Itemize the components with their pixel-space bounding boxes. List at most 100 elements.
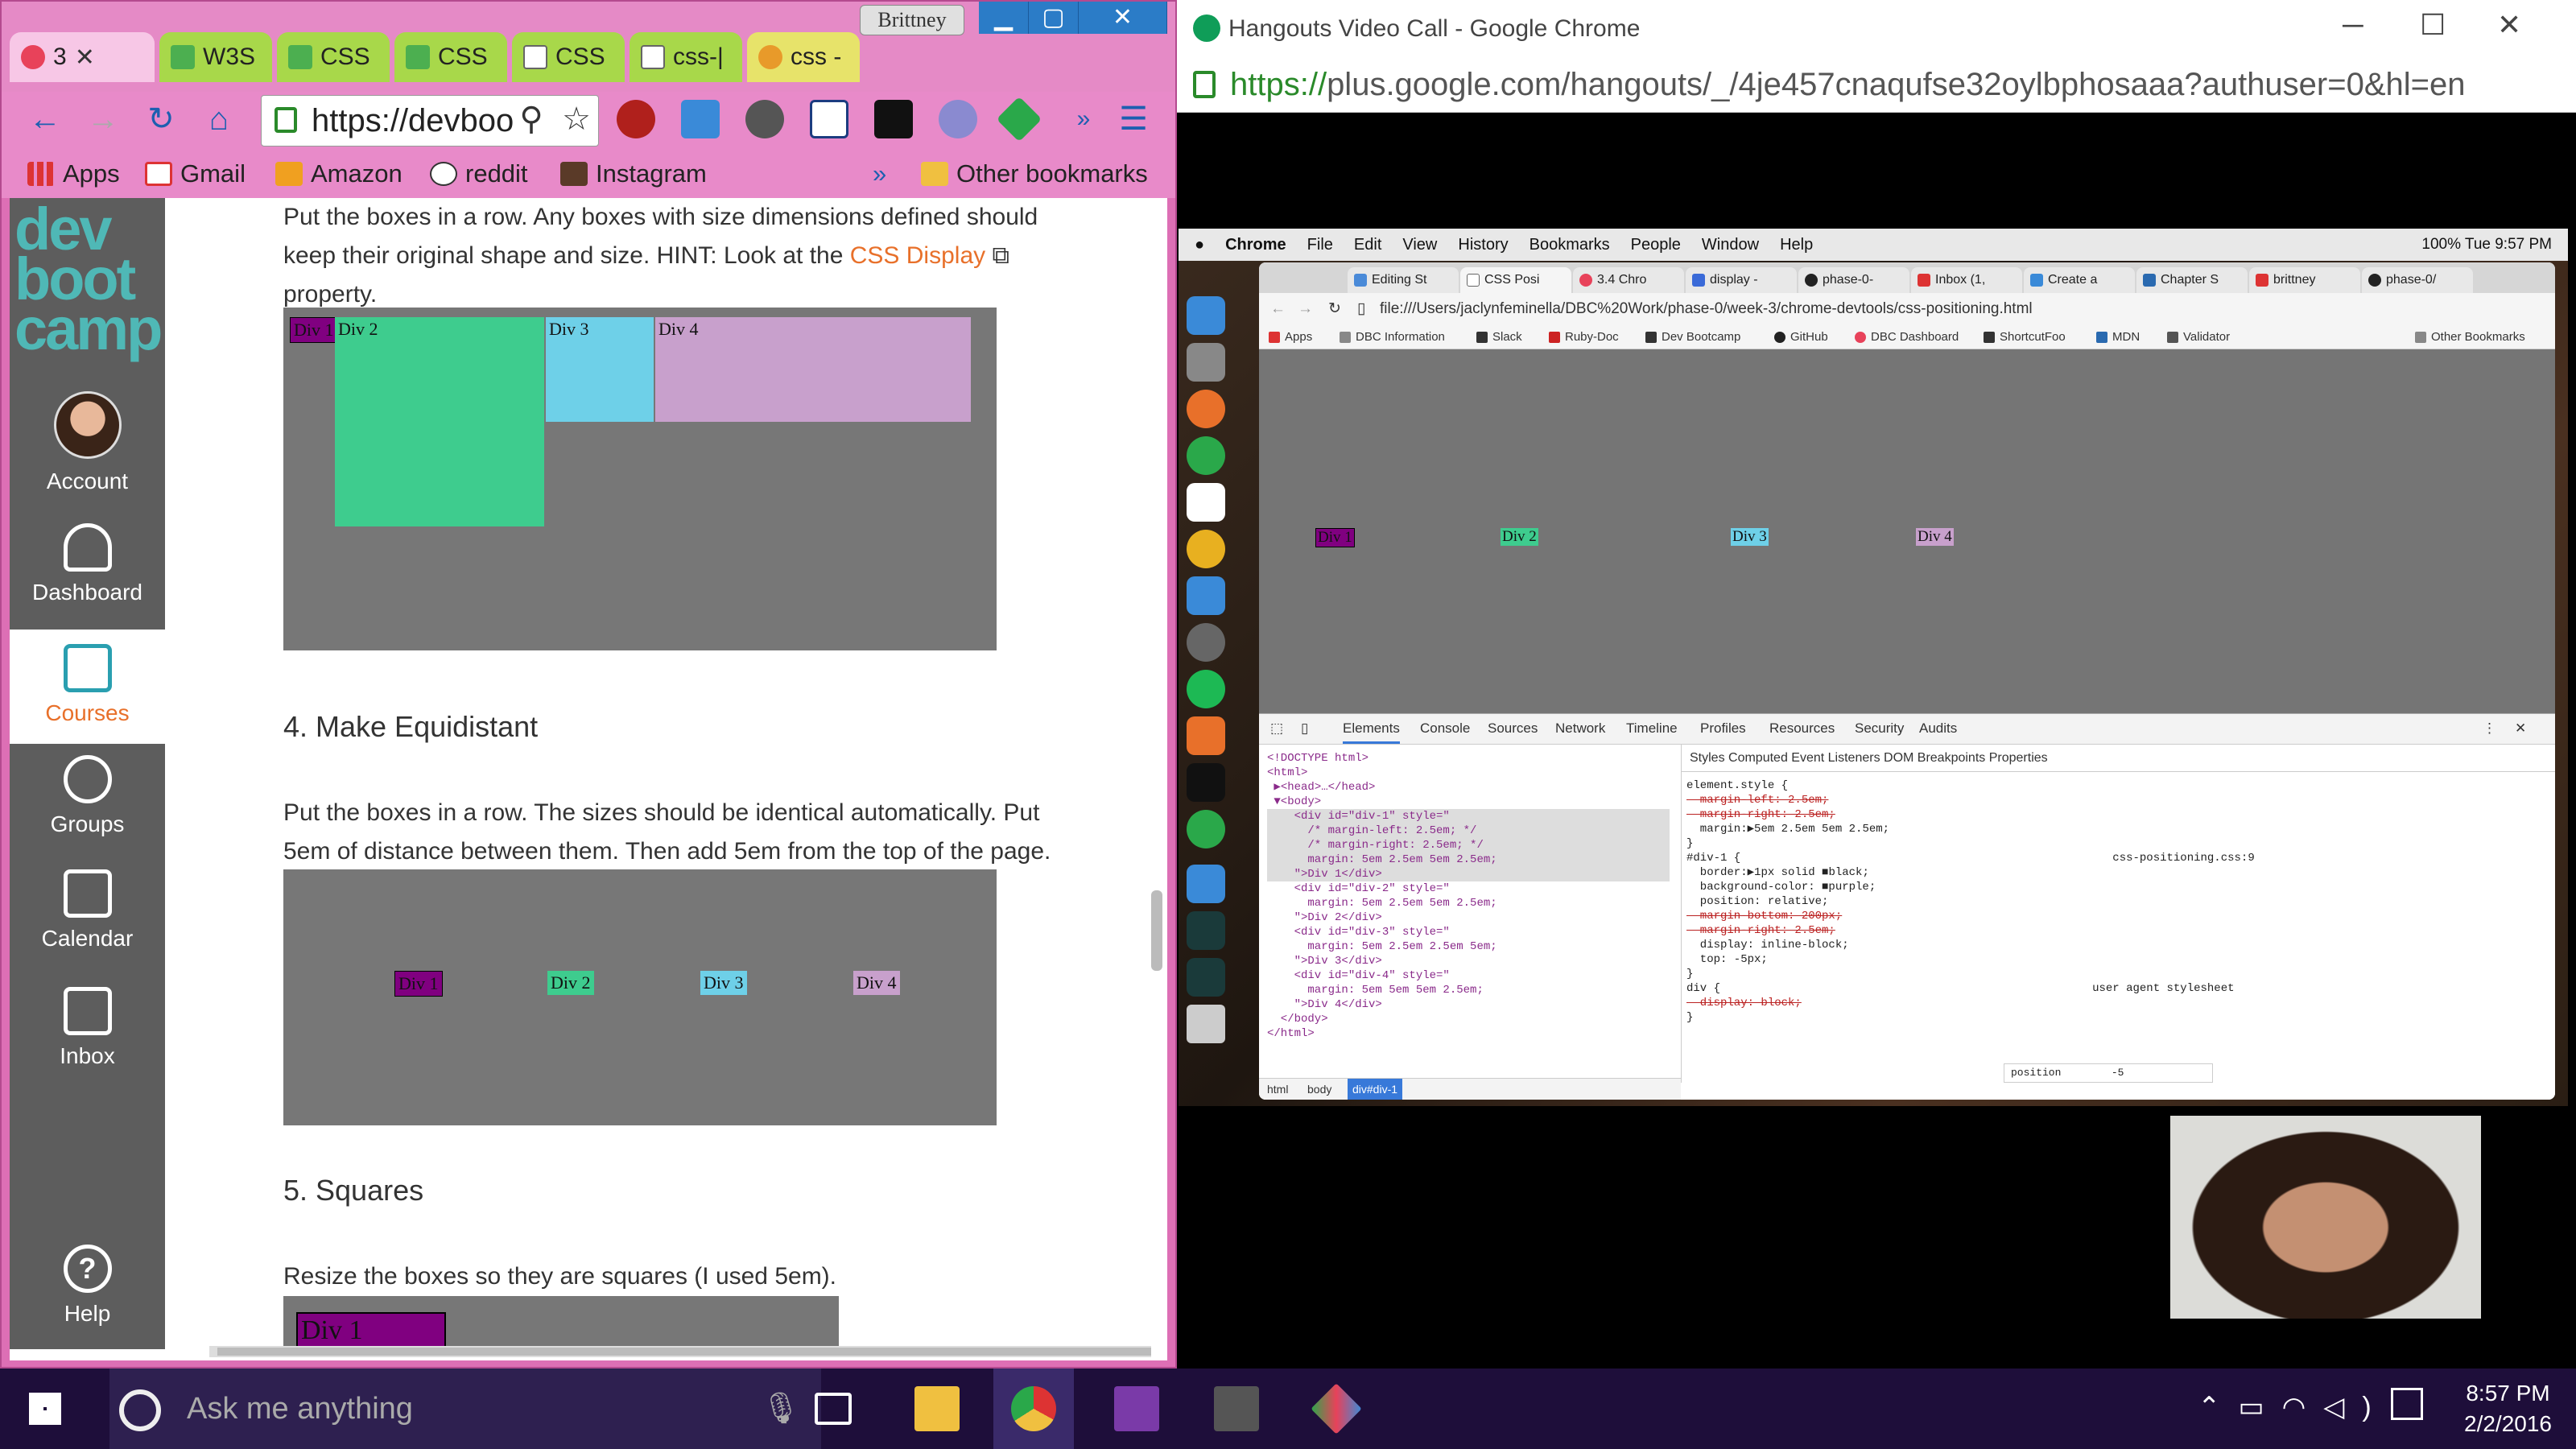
- devtools-tab-console[interactable]: Console: [1420, 720, 1470, 737]
- menu-edit[interactable]: Edit: [1354, 236, 1381, 254]
- clock[interactable]: 8:57 PM 2/2/2016: [2464, 1378, 2552, 1439]
- tab-devbootcamp[interactable]: 3 ✕: [10, 32, 155, 82]
- devtools-tab-network[interactable]: Network: [1555, 720, 1605, 737]
- launchpad-icon[interactable]: [1187, 343, 1225, 382]
- css-rule-line[interactable]: }: [1686, 1010, 2550, 1025]
- breadcrumb-item[interactable]: html: [1267, 1079, 1288, 1100]
- file-explorer-icon[interactable]: [914, 1386, 960, 1431]
- css-rule-line[interactable]: margin-right: 2.5em;: [1686, 807, 2550, 822]
- reload-icon[interactable]: ↻: [1328, 293, 1341, 325]
- devtools-tab-security[interactable]: Security: [1855, 720, 1904, 737]
- search-icon[interactable]: ⚲: [509, 97, 554, 142]
- css-rule-line[interactable]: #div-1 { css-positioning.css:9: [1686, 851, 2550, 865]
- bookmark[interactable]: ShortcutFoo: [1984, 325, 2066, 349]
- devtools-tab-profiles[interactable]: Profiles: [1700, 720, 1746, 737]
- maximize-icon[interactable]: ☐: [2420, 8, 2446, 42]
- css-rule-line[interactable]: margin-left: 2.5em;: [1686, 793, 2550, 807]
- bookmark-reddit[interactable]: reddit: [430, 159, 528, 188]
- css-rules[interactable]: element.style { margin-left: 2.5em; marg…: [1682, 772, 2555, 1031]
- notion-icon[interactable]: [810, 100, 848, 138]
- css-rule-line[interactable]: }: [1686, 967, 2550, 981]
- devtools-tab-resources[interactable]: Resources: [1769, 720, 1835, 737]
- close-icon[interactable]: ✕: [1079, 2, 1167, 34]
- tab-css-1[interactable]: CSS: [277, 32, 390, 82]
- tab-css-5[interactable]: css -: [747, 32, 860, 82]
- task-view-icon[interactable]: [815, 1393, 852, 1425]
- dom-node-line[interactable]: ">Div 1</div>: [1267, 867, 1670, 881]
- more-vert-icon[interactable]: ⋮: [2483, 720, 2496, 737]
- bookmark[interactable]: GitHub: [1774, 325, 1828, 349]
- dom-node-line[interactable]: <div id="div-2" style=": [1267, 881, 1670, 896]
- menu-icon[interactable]: ☰: [1111, 97, 1156, 142]
- bookmark[interactable]: Other Bookmarks: [2415, 325, 2525, 349]
- vertical-scrollbar[interactable]: [1151, 890, 1162, 971]
- inner-address-bar[interactable]: ← → ↻ ▯ file:///Users/jaclynfeminella/DB…: [1259, 293, 2555, 325]
- folder-icon[interactable]: [1187, 865, 1225, 903]
- minimize-icon[interactable]: ▁: [979, 2, 1029, 34]
- css-rule-line[interactable]: div { user agent stylesheet: [1686, 981, 2550, 996]
- dom-node-line[interactable]: ">Div 2</div>: [1267, 910, 1670, 925]
- back-icon[interactable]: ←: [23, 97, 68, 142]
- dom-node-line[interactable]: <div id="div-1" style=": [1267, 809, 1670, 824]
- breadcrumb-item[interactable]: body: [1307, 1079, 1331, 1100]
- horizontal-scrollbar[interactable]: [209, 1346, 1151, 1357]
- devtools-tab-elements[interactable]: Elements: [1343, 720, 1400, 744]
- inner-tab[interactable]: display -: [1686, 267, 1797, 293]
- extension-icon[interactable]: [617, 100, 655, 138]
- photos-icon[interactable]: [1187, 530, 1225, 568]
- bookmark[interactable]: DBC Information: [1340, 325, 1445, 349]
- css-rule-line[interactable]: display: inline-block;: [1686, 938, 2550, 952]
- inner-tab[interactable]: brittney: [2249, 267, 2360, 293]
- chrome-icon[interactable]: [1187, 436, 1225, 475]
- trash-icon[interactable]: [1187, 1005, 1225, 1043]
- devtools-tab-timeline[interactable]: Timeline: [1626, 720, 1678, 737]
- system-tray-icons[interactable]: ⌃▭◠◁): [2198, 1391, 2389, 1423]
- dom-node-line[interactable]: margin: 5em 2.5em 5em 2.5em;: [1267, 852, 1670, 867]
- back-icon[interactable]: ←: [1270, 293, 1286, 325]
- bookmark[interactable]: Apps: [1269, 325, 1312, 349]
- reload-icon[interactable]: ↻: [138, 97, 184, 142]
- dom-node-line[interactable]: margin: 5em 2.5em 2.5em 5em;: [1267, 939, 1670, 954]
- menu-history[interactable]: History: [1458, 236, 1508, 254]
- dom-node-line[interactable]: margin: 5em 2.5em 5em 2.5em;: [1267, 896, 1670, 910]
- css-rule-line[interactable]: element.style {: [1686, 778, 2550, 793]
- menu-window[interactable]: Window: [1702, 236, 1759, 254]
- terminal-icon[interactable]: [1187, 763, 1225, 802]
- inner-tab[interactable]: Chapter S: [2136, 267, 2248, 293]
- profile-button[interactable]: Brittney: [860, 5, 964, 35]
- app-icon[interactable]: [1187, 911, 1225, 950]
- settings-icon[interactable]: [1187, 623, 1225, 662]
- webcam-thumbnail[interactable]: [2170, 1116, 2481, 1319]
- styles-subtabs[interactable]: Styles Computed Event Listeners DOM Brea…: [1682, 745, 2555, 772]
- menu-help[interactable]: Help: [1780, 236, 1813, 254]
- bookmark[interactable]: MDN: [2096, 325, 2140, 349]
- search-box[interactable]: Ask me anything 🎙︎: [109, 1368, 821, 1449]
- close-icon[interactable]: ✕: [2497, 8, 2521, 42]
- dom-node-line[interactable]: <!DOCTYPE html>: [1267, 751, 1670, 766]
- star-icon[interactable]: ☆: [554, 97, 599, 142]
- color-picker-icon[interactable]: [939, 100, 977, 138]
- dom-node-line[interactable]: <div id="div-3" style=": [1267, 925, 1670, 939]
- menu-view[interactable]: View: [1402, 236, 1437, 254]
- sidebar-item-inbox[interactable]: Inbox: [10, 987, 165, 1069]
- app-icon[interactable]: [1187, 958, 1225, 997]
- atom-icon[interactable]: [1187, 810, 1225, 848]
- minimize-icon[interactable]: ─: [2343, 8, 2363, 42]
- css-rule-line[interactable]: background-color: ■purple;: [1686, 880, 2550, 894]
- bookmarks-overflow[interactable]: »: [873, 159, 886, 188]
- inner-tab[interactable]: phase-0/: [2362, 267, 2473, 293]
- bookmark[interactable]: Dev Bootcamp: [1645, 325, 1740, 349]
- menu-bookmarks[interactable]: Bookmarks: [1530, 236, 1610, 254]
- forward-icon[interactable]: →: [80, 97, 126, 142]
- dom-node-line[interactable]: </body>: [1267, 1012, 1670, 1026]
- inspect-icon[interactable]: ⬚: [1270, 720, 1283, 737]
- inner-tab[interactable]: Editing St: [1348, 267, 1459, 293]
- css-display-link[interactable]: CSS Display: [850, 242, 985, 269]
- sidebar-item-courses[interactable]: Courses: [10, 630, 165, 744]
- sublime-icon[interactable]: [1187, 716, 1225, 755]
- apple-icon[interactable]: ●: [1195, 236, 1204, 254]
- spotify-icon[interactable]: [1187, 670, 1225, 708]
- css-autocomplete[interactable]: position -5: [2004, 1063, 2213, 1083]
- css-rule-line[interactable]: top: -5px;: [1686, 952, 2550, 967]
- tab-w3s[interactable]: W3S: [159, 32, 272, 82]
